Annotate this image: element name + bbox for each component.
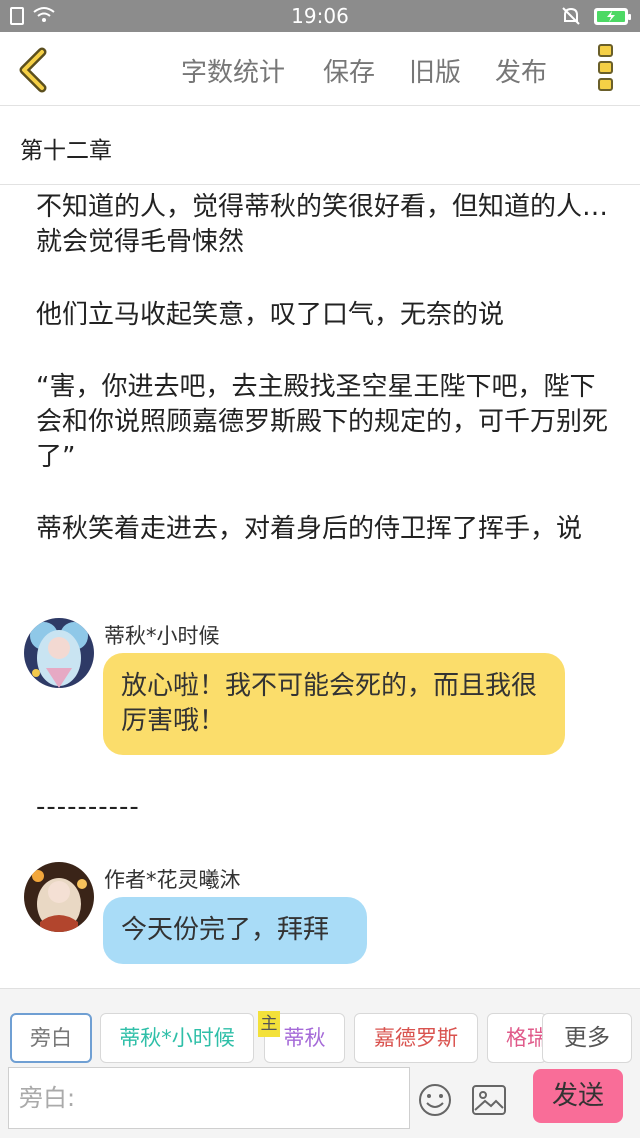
publish-button[interactable]: 发布 [495, 52, 547, 89]
message-bubble[interactable]: 放心啦！我不可能会死的，而且我很厉害哦！ [103, 653, 565, 755]
top-nav: 字数统计 保存 旧版 发布 [0, 32, 640, 106]
role-tab-diqiu-child[interactable]: 蒂秋*小时候 [100, 1013, 254, 1063]
speaker-name: 蒂秋*小时候 [104, 624, 220, 648]
vertical-menu-icon[interactable] [592, 44, 618, 96]
avatar[interactable] [24, 862, 94, 932]
more-roles-button[interactable]: 更多 [542, 1013, 632, 1063]
story-content: 不知道的人，觉得蒂秋的笑很好看，但知道的人…就会觉得毛骨悚然 他们立马收起笑意，… [0, 186, 640, 986]
mute-bell-icon [562, 7, 580, 25]
speaker-name: 作者*花灵曦沐 [104, 868, 241, 892]
chevron-left-icon[interactable] [14, 46, 54, 94]
chapter-header: 第十二章 [0, 107, 640, 185]
role-tab-jiadeluosi[interactable]: 嘉德罗斯 [354, 1013, 478, 1063]
role-tab-gerui[interactable]: 格瑞 [487, 1013, 547, 1063]
narration-paragraph[interactable]: 他们立马收起笑意，叹了口气，无奈的说 [36, 298, 616, 333]
image-icon[interactable] [472, 1085, 506, 1115]
old-version-button[interactable]: 旧版 [409, 52, 461, 89]
message-input[interactable] [8, 1067, 410, 1129]
narration-paragraph[interactable]: 蒂秋笑着走进去，对着身后的侍卫挥了挥手，说 [36, 512, 616, 547]
battery-icon [594, 8, 631, 25]
word-count-button[interactable]: 字数统计 [181, 52, 285, 89]
narration-paragraph[interactable]: 不知道的人，觉得蒂秋的笑很好看，但知道的人…就会觉得毛骨悚然 [36, 190, 616, 260]
role-composer: 旁白 蒂秋*小时候 蒂秋 主 嘉德罗斯 格瑞 更多 发送 [0, 988, 640, 1138]
message-bubble[interactable]: 今天份完了，拜拜 [103, 897, 367, 964]
main-role-badge: 主 [258, 1011, 280, 1037]
divider-text: ---------- [36, 792, 140, 822]
status-bar: 19:06 [0, 0, 640, 32]
chapter-title[interactable]: 第十二章 [20, 131, 112, 165]
narration-paragraph[interactable]: “害，你进去吧，去主殿找圣空星王陛下吧，陛下会和你说照顾嘉德罗斯殿下的规定的，可… [36, 370, 616, 475]
avatar[interactable] [24, 618, 94, 688]
send-button[interactable]: 发送 [533, 1069, 623, 1123]
status-time: 19:06 [291, 4, 349, 28]
save-button[interactable]: 保存 [323, 52, 375, 89]
role-tab-narrator[interactable]: 旁白 [10, 1013, 92, 1063]
smiley-icon[interactable] [418, 1083, 452, 1117]
